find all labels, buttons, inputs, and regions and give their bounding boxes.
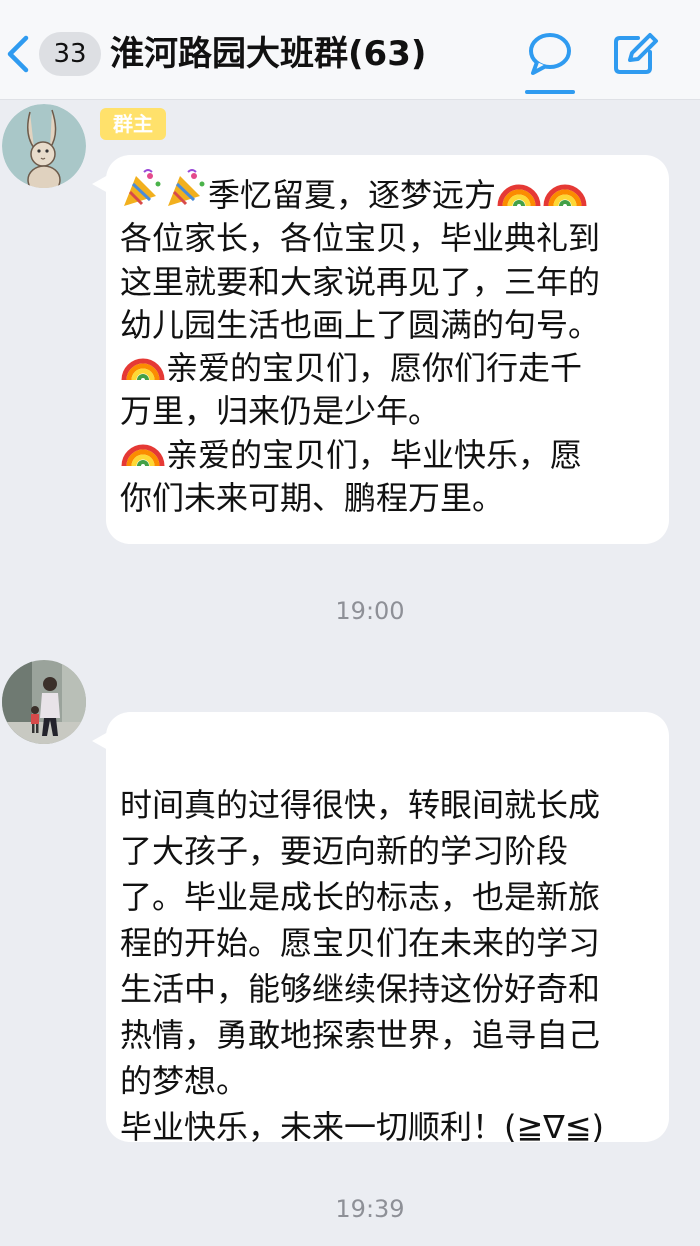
rabbit-avatar[interactable]: [2, 104, 86, 188]
message-line: 毕业快乐，未来一切顺利！(≧∇≦): [120, 1108, 605, 1146]
rainbow-icon: [496, 168, 542, 219]
message-line: 亲爱的宝贝们，毕业快乐，愿: [120, 434, 661, 477]
message-line: 各位家长，各位宝贝，毕业典礼到: [120, 219, 601, 258]
chat-bubble-icon[interactable]: [522, 30, 578, 78]
rainbow-icon: [542, 168, 588, 219]
message-text: 亲爱的宝贝们，愿你们行走千: [166, 349, 583, 388]
user-photo-avatar[interactable]: [2, 660, 86, 744]
message-bubble[interactable]: 季忆留夏，逐梦远方 各位家长，各位宝贝，毕业典礼到 这里就要和大家说再见了，三年…: [92, 155, 669, 544]
message-line: 这里就要和大家说再见了，三年的: [120, 262, 601, 301]
rainbow-icon: [120, 428, 166, 479]
message-text: 亲爱的宝贝们，毕业快乐，愿: [166, 435, 583, 474]
message-line: 了。毕业是成长的标志，也是新旅: [120, 878, 601, 916]
party-popper-icon: [164, 168, 208, 219]
message-line: 季忆留夏，逐梦远方: [120, 169, 661, 217]
unread-count-badge[interactable]: 33: [39, 32, 101, 76]
party-popper-icon: [120, 168, 164, 219]
message-line: 万里，归来仍是少年。: [120, 392, 441, 431]
message-line: 幼儿园生活也画上了圆满的句号。: [120, 305, 601, 344]
message-bubble[interactable]: 时间真的过得很快，转眼间就长成 了大孩子，要迈向新的学习阶段 了。毕业是成长的标…: [92, 712, 669, 1146]
chevron-left-icon[interactable]: [2, 34, 38, 74]
message-line: 热情，勇敢地探索世界，追寻自己: [120, 1016, 601, 1054]
message-timestamp: 19:00: [335, 597, 405, 625]
rainbow-icon: [120, 342, 166, 393]
message-line: 时间真的过得很快，转眼间就长成: [120, 786, 601, 824]
active-tab-indicator: [525, 90, 575, 94]
message-line: 你们未来可期、鹏程万里。: [120, 479, 505, 518]
message-line: 程的开始。愿宝贝们在未来的学习: [120, 924, 601, 962]
message-text: 季忆留夏，逐梦远方: [208, 176, 497, 214]
message-line: 了大孩子，要迈向新的学习阶段: [120, 832, 569, 870]
message-timestamp: 19:39: [335, 1195, 405, 1223]
message-line: 生活中，能够继续保持这份好奇和: [120, 970, 601, 1008]
chat-header: 33 淮河路园大班群(63): [0, 0, 700, 100]
edit-note-icon[interactable]: [610, 30, 660, 78]
group-owner-badge: 群主: [100, 108, 166, 140]
group-title[interactable]: 淮河路园大班群(63): [110, 30, 426, 78]
message-line: 亲爱的宝贝们，愿你们行走千: [120, 347, 661, 390]
message-line: 的梦想。: [120, 1062, 249, 1100]
